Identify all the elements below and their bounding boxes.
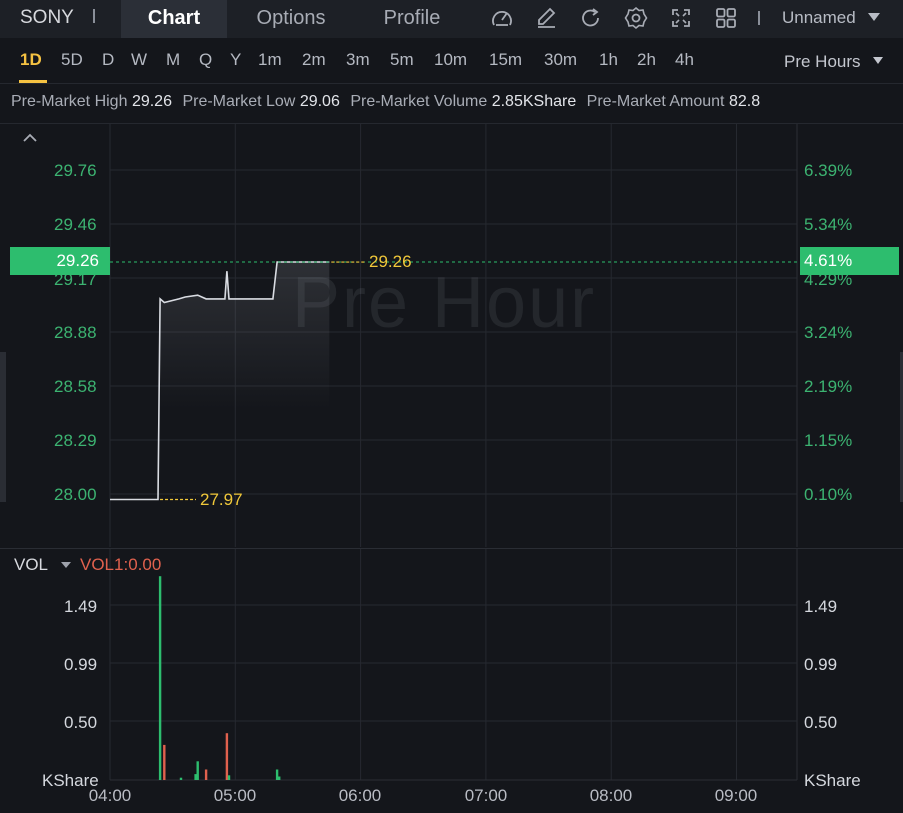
volume-axis-label: 0.99 (804, 655, 838, 674)
percent-axis-label: 5.34% (804, 215, 853, 234)
time-axis-label: 07:00 (464, 786, 508, 805)
price-axis-label: 28.29 (54, 431, 97, 450)
volume-bar (227, 775, 231, 780)
low-price-marker: 27.97 (200, 490, 243, 509)
price-axis-label: 28.88 (54, 323, 97, 342)
price-axis-label: 29.46 (54, 215, 97, 234)
volume-bar (275, 769, 279, 780)
volume-bar (179, 777, 183, 780)
session-watermark: Pre Hour (292, 263, 597, 343)
time-axis-label: 04:00 (88, 786, 132, 805)
percent-axis-label: 6.39% (804, 161, 853, 180)
percent-axis-label: 1.15% (804, 431, 853, 450)
price-axis-label: 28.00 (54, 485, 97, 504)
volume-bar (278, 776, 281, 780)
volume-indicator-value: VOL1:0.00 (80, 555, 162, 574)
volume-indicator-title[interactable]: VOL (14, 555, 48, 575)
percent-axis-label: 0.10% (804, 485, 853, 504)
pane-divider[interactable] (0, 548, 903, 549)
volume-bar (196, 761, 199, 780)
price-chart[interactable] (0, 0, 903, 813)
current-percent-tag: 4.61% (800, 247, 899, 275)
high-price-marker: 29.26 (369, 252, 412, 271)
time-axis-label: 06:00 (338, 786, 382, 805)
volume-unit-label: KShare (804, 771, 861, 790)
price-axis-label: 28.58 (54, 377, 97, 396)
volume-axis-label: 0.99 (64, 655, 98, 674)
caret-down-icon[interactable] (61, 562, 71, 568)
volume-bar (163, 744, 166, 780)
current-price-tag: 29.26 (10, 247, 110, 275)
time-axis-label: 08:00 (589, 786, 633, 805)
volume-bar (194, 774, 197, 780)
volume-axis-label: 0.50 (64, 713, 98, 732)
time-axis-label: 09:00 (714, 786, 758, 805)
percent-axis-label: 3.24% (804, 323, 853, 342)
left-panel-handle[interactable] (0, 352, 6, 502)
collapse-up-icon[interactable] (20, 128, 40, 148)
percent-axis-label: 2.19% (804, 377, 853, 396)
time-axis-label: 05:00 (213, 786, 257, 805)
volume-bar (204, 769, 208, 780)
price-axis-label: 29.76 (54, 161, 97, 180)
volume-axis-label: 1.49 (804, 597, 838, 616)
volume-bar (158, 576, 162, 780)
volume-axis-label: 1.49 (64, 597, 98, 616)
volume-axis-label: 0.50 (804, 713, 838, 732)
volume-bar (225, 733, 229, 780)
